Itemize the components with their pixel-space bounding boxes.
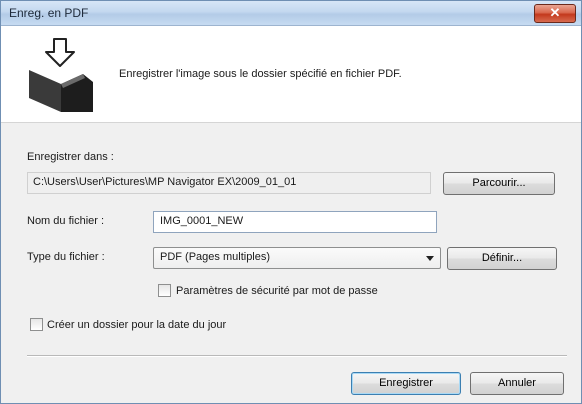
password-security-label: Paramètres de sécurité par mot de passe: [176, 285, 378, 297]
file-type-label: Type du fichier :: [27, 251, 105, 263]
date-folder-checkbox[interactable]: [30, 318, 43, 331]
save-path-field: C:\Users\User\Pictures\MP Navigator EX\2…: [27, 172, 431, 194]
file-type-selected: PDF (Pages multiples): [160, 251, 271, 263]
close-button[interactable]: ✕: [534, 4, 576, 23]
file-name-input[interactable]: IMG_0001_NEW: [153, 211, 437, 233]
file-name-value: IMG_0001_NEW: [160, 215, 244, 227]
chevron-down-icon: [426, 256, 434, 261]
file-name-label: Nom du fichier :: [27, 215, 105, 227]
title-bar[interactable]: Enreg. en PDF ✕: [1, 1, 581, 26]
date-folder-label: Créer un dossier pour la date du jour: [47, 319, 227, 331]
cancel-button[interactable]: Annuler: [470, 372, 564, 395]
save-path-value: C:\Users\User\Pictures\MP Navigator EX\2…: [33, 176, 297, 188]
divider: [27, 355, 567, 357]
save-button[interactable]: Enregistrer: [351, 372, 461, 395]
browse-button[interactable]: Parcourir...: [443, 172, 555, 195]
close-icon: ✕: [549, 5, 561, 20]
save-in-label: Enregistrer dans :: [27, 151, 114, 163]
header-band: Enregistrer l'image sous le dossier spéc…: [1, 26, 581, 123]
file-type-select[interactable]: PDF (Pages multiples): [153, 247, 441, 269]
define-button[interactable]: Définir...: [447, 247, 557, 270]
save-pdf-icon: [29, 38, 93, 112]
header-description: Enregistrer l'image sous le dossier spéc…: [119, 68, 402, 80]
dialog-window: Enreg. en PDF ✕ Enregistrer l'image sous…: [0, 0, 582, 404]
password-security-checkbox[interactable]: [158, 284, 171, 297]
window-title: Enreg. en PDF: [9, 6, 89, 20]
